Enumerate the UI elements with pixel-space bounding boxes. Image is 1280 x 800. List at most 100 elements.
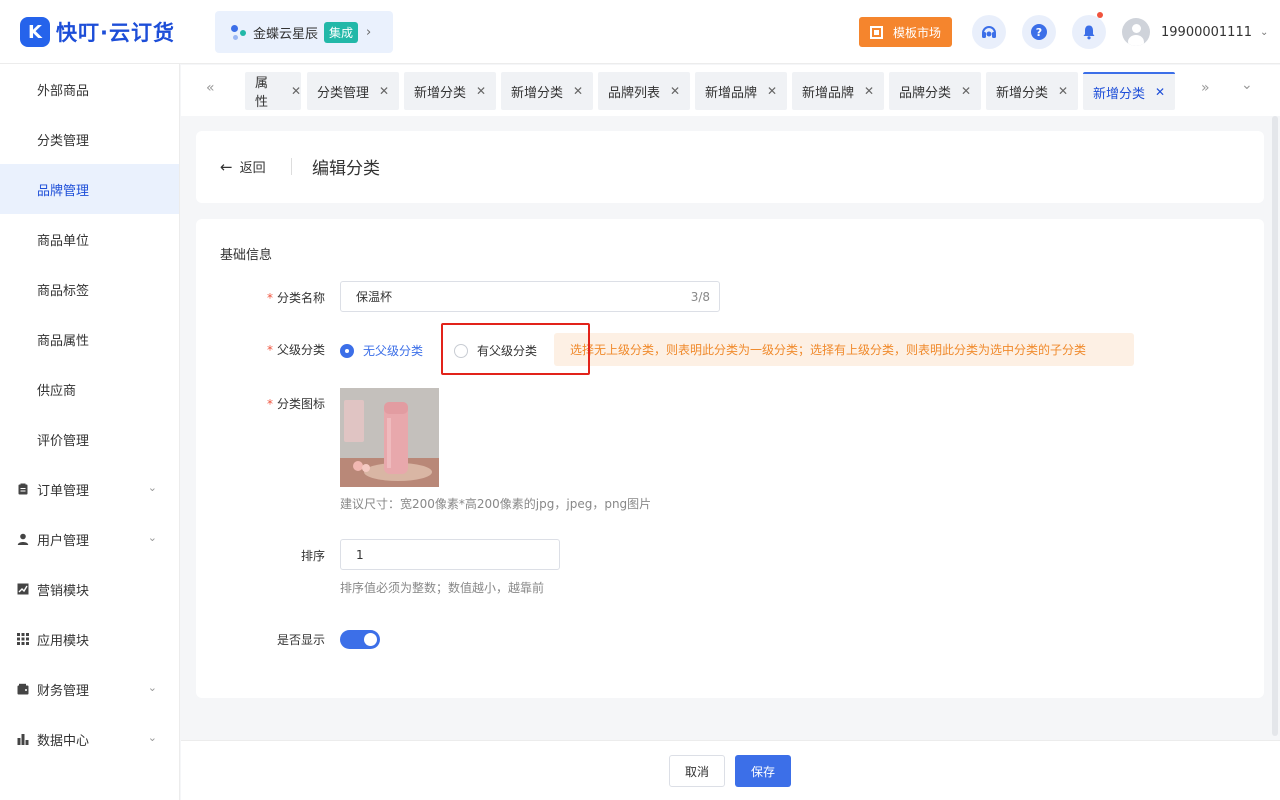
sidebar-item-label: 品牌管理 (37, 183, 90, 199)
sidebar-item-label: 商品属性 (37, 333, 90, 349)
tab-add-brand[interactable]: 新增品牌 ✕ (695, 72, 787, 110)
sidebar-item-label: 分类管理 (37, 133, 90, 149)
avatar (1122, 18, 1150, 46)
back-button[interactable]: ← 返回 (220, 157, 266, 177)
help-button[interactable]: ? (1022, 15, 1056, 49)
sidebar-group-marketing[interactable]: 营销模块 (0, 564, 179, 614)
top-header: K 快叮·云订货 金蝶云星辰 集成 › 模板市场 ? 19900001111 ⌄ (0, 0, 1280, 64)
required-mark: * (266, 397, 273, 411)
bar-chart-icon (17, 734, 29, 745)
sort-label: 排序 (196, 547, 325, 564)
cancel-button[interactable]: 取消 (669, 755, 725, 787)
parent-category-label: * 父级分类 (196, 341, 325, 358)
sidebar-item-supplier[interactable]: 供应商 (0, 364, 179, 414)
close-icon[interactable]: ✕ (864, 84, 874, 98)
template-market-label: 模板市场 (892, 25, 941, 40)
close-icon[interactable]: ✕ (379, 84, 389, 98)
close-icon[interactable]: ✕ (670, 84, 680, 98)
sidebar-group-users[interactable]: 用户管理 ⌄ (0, 514, 179, 564)
tabs-more-button[interactable]: ⌄ (1241, 77, 1253, 93)
tab-label: 新增分类 (511, 85, 564, 101)
close-icon[interactable]: ✕ (291, 84, 301, 98)
tab-add-category-active[interactable]: 新增分类 ✕ (1083, 72, 1175, 110)
scrollbar[interactable] (1271, 116, 1279, 740)
sidebar-item-label: 供应商 (37, 383, 77, 399)
required-mark: * (266, 343, 273, 357)
sidebar-group-label: 用户管理 (37, 533, 90, 549)
category-icon-label: * 分类图标 (196, 395, 325, 412)
tab-brand-list[interactable]: 品牌列表 ✕ (598, 72, 690, 110)
tab-add-category[interactable]: 新增分类 ✕ (404, 72, 496, 110)
sidebar-group-data[interactable]: 数据中心 ⌄ (0, 714, 179, 764)
tab-label: 新增分类 (996, 85, 1049, 101)
visible-label: 是否显示 (196, 631, 325, 648)
label-text: 分类图标 (276, 397, 325, 411)
tab-category-manage[interactable]: 分类管理 ✕ (307, 72, 399, 110)
tabs-next-button[interactable]: » (1201, 80, 1210, 96)
question-icon: ? (1031, 24, 1047, 40)
category-name-input[interactable]: 保温杯 3/8 (340, 281, 720, 312)
tab-add-category[interactable]: 新增分类 ✕ (501, 72, 593, 110)
sidebar-item-brand[interactable]: 品牌管理 (0, 164, 179, 214)
sidebar-item-category[interactable]: 分类管理 (0, 114, 179, 164)
arrow-left-icon: ← (220, 157, 233, 176)
close-icon[interactable]: ✕ (1155, 85, 1165, 99)
char-counter: 3/8 (690, 290, 710, 304)
close-icon[interactable]: ✕ (573, 84, 583, 98)
chart-icon (17, 583, 29, 595)
close-icon[interactable]: ✕ (767, 84, 777, 98)
chevron-down-icon: ⌄ (147, 681, 157, 694)
bell-icon (1083, 25, 1095, 40)
template-market-button[interactable]: 模板市场 (859, 17, 952, 47)
logo-icon: K (20, 17, 50, 47)
integration-switcher[interactable]: 金蝶云星辰 集成 › (215, 11, 393, 53)
sidebar-group-apps[interactable]: 应用模块 (0, 614, 179, 664)
sidebar-group-label: 订单管理 (37, 483, 90, 499)
brand-logo[interactable]: K 快叮·云订货 (20, 17, 175, 47)
close-icon[interactable]: ✕ (961, 84, 971, 98)
close-icon[interactable]: ✕ (476, 84, 486, 98)
label-text: 排序 (300, 549, 325, 563)
tab-label: 属性 (255, 76, 269, 110)
sort-input[interactable]: 1 (340, 539, 560, 570)
sidebar-item-attribute[interactable]: 商品属性 (0, 314, 179, 364)
section-title: 基础信息 (220, 248, 273, 263)
integration-icon (229, 22, 249, 42)
sidebar-group-label: 营销模块 (37, 583, 90, 599)
chevron-right-icon: › (366, 24, 372, 40)
sidebar: 外部商品 分类管理 品牌管理 商品单位 商品标签 商品属性 供应商 评价管理 订… (0, 64, 180, 800)
radio-no-parent[interactable]: 无父级分类 (340, 342, 423, 359)
tab-brand-category[interactable]: 品牌分类 ✕ (889, 72, 981, 110)
user-menu[interactable]: 19900001111 ⌄ (1122, 18, 1268, 46)
required-mark: * (266, 291, 273, 305)
sidebar-item-label: 商品标签 (37, 283, 90, 299)
tab-add-brand[interactable]: 新增品牌 ✕ (792, 72, 884, 110)
close-icon[interactable]: ✕ (1058, 84, 1068, 98)
category-icon-image[interactable] (340, 388, 439, 487)
sidebar-group-label: 财务管理 (37, 683, 90, 699)
chevron-down-icon: ⌄ (147, 531, 157, 544)
label-text: 是否显示 (276, 633, 325, 647)
radio-dot (340, 343, 354, 358)
tab-label: 新增分类 (1093, 86, 1146, 102)
tab-add-category[interactable]: 新增分类 ✕ (986, 72, 1078, 110)
divider (291, 158, 292, 175)
sidebar-group-finance[interactable]: 财务管理 ⌄ (0, 664, 179, 714)
sidebar-group-label: 应用模块 (37, 633, 90, 649)
sidebar-group-label: 数据中心 (37, 733, 90, 749)
sidebar-item-label: 商品单位 (37, 233, 90, 249)
sidebar-item-unit[interactable]: 商品单位 (0, 214, 179, 264)
sidebar-item-tag[interactable]: 商品标签 (0, 264, 179, 314)
visible-toggle[interactable] (340, 630, 380, 649)
page-tabs: « 属性 ✕ 分类管理 ✕ 新增分类 ✕ 新增分类 ✕ 品牌列表 ✕ 新增品牌 ✕ 新增品牌… (181, 65, 1280, 116)
tab-attribute[interactable]: 属性 ✕ (245, 72, 301, 110)
highlight-box (441, 323, 590, 375)
chevron-down-icon: ⌄ (1259, 26, 1269, 38)
sidebar-group-orders[interactable]: 订单管理 ⌄ (0, 464, 179, 514)
save-button[interactable]: 保存 (735, 755, 791, 787)
customer-service-button[interactable] (972, 15, 1006, 49)
sidebar-item-external-goods[interactable]: 外部商品 (0, 64, 179, 114)
sidebar-item-review[interactable]: 评价管理 (0, 414, 179, 464)
notification-button[interactable] (1072, 12, 1106, 49)
tabs-prev-button[interactable]: « (206, 80, 215, 96)
